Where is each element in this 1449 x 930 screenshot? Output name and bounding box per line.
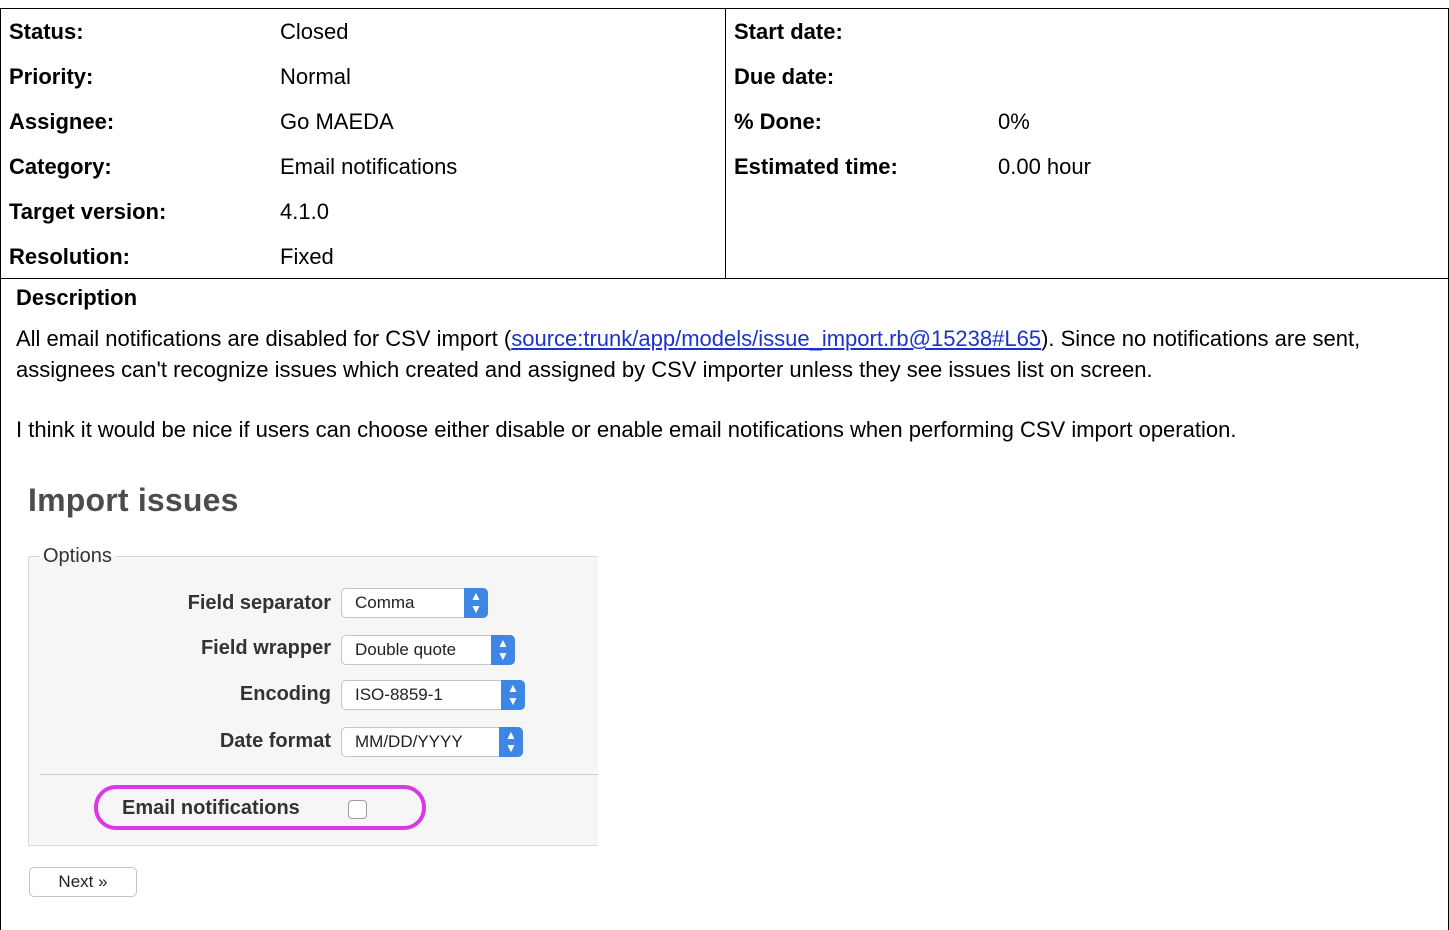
- chevron-up-down-icon: ▲ ▼: [464, 588, 488, 618]
- attr-value: 0%: [998, 109, 1030, 134]
- description-paragraph-1: All email notifications are disabled for…: [16, 323, 1436, 385]
- encoding-select[interactable]: ISO-8859-1 ▲ ▼: [341, 680, 525, 710]
- attr-value: 0.00 hour: [998, 154, 1091, 179]
- date-format-select[interactable]: MM/DD/YYYY ▲ ▼: [341, 727, 523, 757]
- attr-target-version: Target version: 4.1.0: [1, 189, 725, 234]
- field-wrapper-select[interactable]: Double quote ▲ ▼: [341, 635, 515, 665]
- attr-priority: Priority: Normal: [1, 54, 725, 99]
- attr-label: Target version:: [9, 199, 167, 224]
- select-value: ISO-8859-1: [355, 685, 443, 704]
- attr-value: Fixed: [280, 244, 334, 269]
- options-legend: Options: [40, 545, 115, 568]
- attr-due-date: Due date:: [726, 54, 1448, 99]
- attr-label: Status:: [9, 19, 84, 44]
- attr-label: Resolution:: [9, 244, 130, 269]
- email-notifications-label: Email notifications: [122, 797, 300, 819]
- attr-label: Priority:: [9, 64, 94, 89]
- para1-text-before: All email notifications are disabled for…: [16, 326, 512, 351]
- source-link[interactable]: source:trunk/app/models/issue_import.rb@…: [511, 326, 1041, 351]
- select-value: Double quote: [355, 640, 457, 659]
- field-separator-label: Field separator: [187, 592, 331, 614]
- attributes-right-column: Start date: Due date: % Done: 0% Estimat…: [726, 9, 1448, 279]
- fieldset-divider: [40, 774, 598, 775]
- attr-label: Category:: [9, 154, 112, 179]
- field-separator-row: Field separator: [28, 588, 331, 618]
- attr-resolution: Resolution: Fixed: [1, 234, 725, 279]
- chevron-up-down-icon: ▲ ▼: [491, 635, 515, 665]
- attr-category: Category: Email notifications: [1, 144, 725, 189]
- description-title: Description: [16, 285, 138, 310]
- next-button[interactable]: Next »: [29, 867, 137, 897]
- attr-done: % Done: 0%: [726, 99, 1448, 144]
- issue-attributes: Status: Closed Priority: Normal Assignee…: [0, 8, 1449, 279]
- attr-value[interactable]: 4.1.0: [280, 189, 329, 234]
- attr-label: % Done:: [734, 109, 822, 134]
- date-format-label: Date format: [219, 730, 331, 752]
- import-issues-title: Import issues: [28, 482, 239, 518]
- attr-estimated-time: Estimated time: 0.00 hour: [726, 144, 1448, 189]
- field-separator-select[interactable]: Comma ▲ ▼: [341, 588, 488, 618]
- date-format-row: Date format: [28, 726, 331, 756]
- attr-start-date: Start date:: [726, 9, 1448, 54]
- attr-label: Assignee:: [9, 109, 115, 134]
- attributes-left-column: Status: Closed Priority: Normal Assignee…: [1, 9, 726, 279]
- attr-label: Due date:: [734, 64, 835, 89]
- attr-value: Normal: [280, 64, 351, 89]
- chevron-up-down-icon: ▲ ▼: [501, 680, 525, 710]
- encoding-label: Encoding: [239, 683, 331, 705]
- email-notifications-checkbox[interactable]: [348, 800, 367, 819]
- field-wrapper-row: Field wrapper: [28, 633, 331, 663]
- attr-value: Email notifications: [280, 154, 458, 179]
- attr-value: Closed: [280, 19, 349, 44]
- chevron-up-down-icon: ▲ ▼: [499, 727, 523, 757]
- select-value: Comma: [355, 593, 415, 612]
- field-wrapper-label: Field wrapper: [200, 637, 331, 659]
- encoding-row: Encoding: [28, 679, 331, 709]
- select-value: MM/DD/YYYY: [355, 732, 463, 751]
- attr-value[interactable]: Go MAEDA: [280, 99, 394, 144]
- attr-status: Status: Closed: [1, 9, 725, 54]
- attr-assignee: Assignee: Go MAEDA: [1, 99, 725, 144]
- description-paragraph-2: I think it would be nice if users can ch…: [16, 417, 1237, 442]
- attr-label: Start date:: [734, 19, 843, 44]
- attr-label: Estimated time:: [734, 154, 898, 179]
